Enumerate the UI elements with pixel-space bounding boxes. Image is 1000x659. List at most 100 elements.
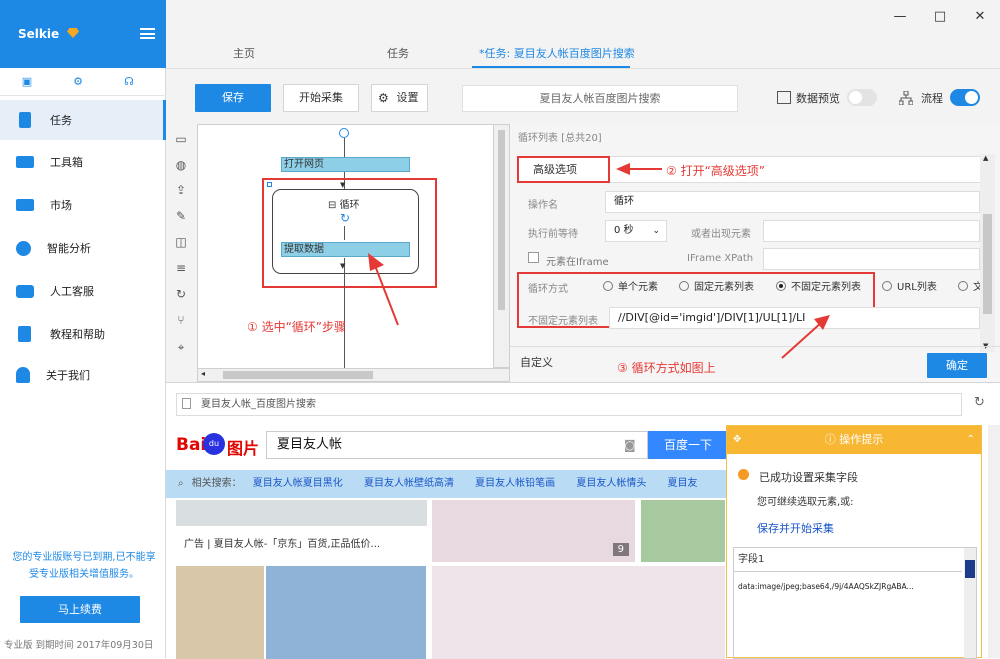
ad-result[interactable]: 广告 | 夏目友人帐-「京东」百货,正品低价... [176,528,427,562]
loop-mode-option-variable[interactable]: 不固定元素列表 [776,278,861,293]
field-value: data:image/jpeg;base64,/9j/4AAQSkZJRgABA… [734,572,962,602]
advanced-options-tab[interactable]: 高级选项 [517,156,610,183]
headset-icon[interactable]: ☊ [123,76,135,88]
sidebar-item-toolbox[interactable]: 工具箱 [0,142,166,182]
baidu-logo: Bai [176,435,207,455]
iframe-xpath-input[interactable] [763,248,980,270]
gear-icon[interactable]: ⚙ [72,76,84,88]
book-icon [18,326,31,342]
canvas-horizontal-scrollbar[interactable]: ◂ [197,368,510,382]
selection-handle [267,182,272,187]
related-link[interactable]: 夏目友人帐铅笔画 [475,478,555,489]
scroll-left-icon[interactable]: ◂ [201,369,205,378]
minimize-icon[interactable]: — [893,10,907,24]
annotation-step-2: ② 打开“高级选项” [666,164,766,178]
annotation-step-3: ③ 循环方式如图上 [617,361,716,375]
open-page-tool-icon[interactable]: ▭ [173,132,189,146]
browser-scrollbar[interactable] [988,425,1000,658]
wait-value: 0 秒 [614,225,634,236]
loop-mode-option-single[interactable]: 单个元素 [603,278,658,293]
task-title-field[interactable]: 夏目友人帐百度图片搜索 [462,85,738,112]
option-label: URL列表 [897,282,937,293]
mouse-hover-tool-icon[interactable]: ⌖ [173,340,189,354]
refresh-icon[interactable]: ↻ [974,395,985,410]
result-image[interactable] [176,500,427,526]
loop-mode-option-text[interactable]: 文 [958,278,980,293]
start-collect-button[interactable]: 开始采集 [283,84,359,112]
sidebar-item-label: 任务 [50,114,72,127]
loop-mode-option-url[interactable]: URL列表 [882,278,937,293]
related-link[interactable]: 夏目友 [668,478,698,489]
flow-label: 流程 [921,92,943,105]
address-bar[interactable]: 夏目友人帐_百度图片搜索 [176,393,962,416]
tab-home[interactable]: 主页 [233,45,255,61]
search-button[interactable]: 百度一下 [648,431,728,459]
search-icon: ⌕ [178,478,184,489]
annotation-arrow-1 [368,253,399,326]
ok-button[interactable]: 确定 [927,353,987,378]
search-input[interactable]: 夏目友人帐 [266,431,648,459]
related-link[interactable]: 夏目友人帐壁纸高清 [364,478,454,489]
option-label: 不固定元素列表 [791,282,861,293]
iframe-checkbox[interactable] [528,252,539,263]
data-preview-toggle[interactable] [847,89,877,106]
or-appear-input[interactable] [763,220,980,242]
sidebar-item-help[interactable]: 教程和帮助 [0,314,166,354]
clipboard-icon[interactable]: ▣ [21,76,33,88]
sidebar-item-task[interactable]: 任务 [0,100,166,140]
result-image[interactable] [641,500,725,562]
loop-mode-option-fixed[interactable]: 固定元素列表 [679,278,754,293]
loop-label-text: 循环 [339,200,360,211]
related-link[interactable]: 夏目友人帐情头 [576,478,646,489]
op-name-label: 操作名 [528,200,558,211]
settings-label: 设置 [396,91,419,104]
extract-tool-icon[interactable]: ⇪ [173,183,189,197]
op-name-input[interactable]: 循环 [605,191,980,213]
result-image[interactable] [432,566,725,659]
close-icon[interactable]: ✕ [973,10,987,24]
input-tool-icon[interactable]: ✎ [173,209,189,223]
tip-hint-text: 您可继续选取元素,或: [757,497,854,508]
flow-start-icon [339,128,349,138]
loop-tool-icon[interactable]: ↻ [173,287,189,301]
toolbar: 保存 开始采集 ⚙ 设置 夏目友人帐百度图片搜索 数据预览 流程 [166,68,1000,124]
camera-icon[interactable]: ◙ [624,438,636,452]
result-image[interactable]: 9 [432,500,635,562]
click-tool-icon[interactable]: ◍ [173,158,189,172]
flow-toggle[interactable] [950,89,980,106]
result-image[interactable] [266,566,426,659]
tab-current-task[interactable]: *任务: 夏目友人帐百度图片搜索 [479,45,635,61]
settings-button[interactable]: ⚙ 设置 [371,84,428,112]
option-label: 固定元素列表 [694,282,754,293]
scroll-up-icon[interactable]: ▲ [983,154,988,162]
result-image[interactable] [176,566,264,659]
panel-scrollbar[interactable]: ▲ ▼ [980,154,995,352]
tab-tasks[interactable]: 任务 [387,45,409,61]
sidebar-item-label: 教程和帮助 [50,328,105,341]
sidebar-item-analysis[interactable]: 智能分析 [0,228,166,268]
canvas-vertical-scrollbar[interactable] [494,124,510,368]
menu-icon[interactable] [140,28,155,39]
related-link[interactable]: 夏目友人帐夏目黑化 [253,478,343,489]
expiry-footer: 专业版 到期时间 2017年09月30日 [4,640,154,651]
config-panel: 循环列表 [总共20] 高级选项 ② 打开“高级选项” 操作名 循环 执行前等待… [510,124,1000,382]
flow-step-open-page[interactable]: 打开网页 [281,157,410,172]
baidu-image-logo: 图片 [227,439,260,458]
warning-icon [738,469,749,480]
sidebar-quick-icons: ▣ ⚙ ☊ [0,68,166,96]
select-tool-icon[interactable]: ≡ [173,261,189,275]
save-button[interactable]: 保存 [195,84,271,112]
save-and-start-link[interactable]: 保存并开始采集 [757,520,834,536]
move-icon[interactable]: ✥ [733,426,741,454]
renew-button[interactable]: 马上续费 [20,596,140,623]
collapse-icon[interactable]: ⌃ [967,426,975,454]
sidebar-item-about[interactable]: 关于我们 [0,355,166,395]
sidebar-item-market[interactable]: 市场 [0,185,166,225]
maximize-icon[interactable]: □ [933,10,947,24]
wait-select[interactable]: 0 秒 ⌄ [605,220,667,242]
branch-tool-icon[interactable]: ⑂ [173,313,189,327]
custom-button[interactable]: 自定义 [520,354,553,370]
captcha-tool-icon[interactable]: ◫ [173,235,189,249]
sidebar-item-support[interactable]: 人工客服 [0,271,166,311]
field-table-scrollbar[interactable] [964,548,976,658]
